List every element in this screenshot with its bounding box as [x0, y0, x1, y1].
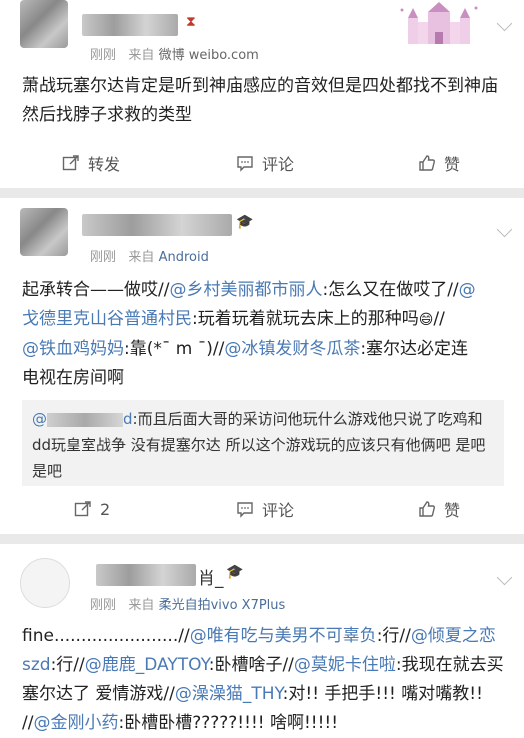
text-segment: :靠(*¯ m ¯)//: [124, 339, 225, 359]
repost-button[interactable]: 2: [74, 488, 110, 530]
text-segment: :卧槽卧槽?????!!!! 啥啊!!!!!: [118, 713, 339, 733]
post-text: 起承转合——做哎//@乡村美丽都市丽人:怎么又在做哎了//@ 戈德里克山谷普通村…: [22, 276, 504, 393]
text-segment: :行//: [376, 626, 411, 646]
emoji-icon: 😄: [418, 312, 434, 328]
comment-label: 评论: [262, 501, 295, 520]
action-bar: 转发 评论 赞: [0, 142, 524, 184]
post-meta: 刚刚 来自 柔光自拍vivo X7Plus: [90, 594, 285, 613]
graduation-cap-badge-icon: 🎓: [226, 564, 244, 580]
mention-link[interactable]: @唯有吃与美男不可辜负: [190, 626, 377, 646]
comment-icon: [237, 502, 253, 518]
mention-link[interactable]: 戈德里克山谷普通村民: [22, 309, 192, 329]
castle-decoration-icon: [400, 2, 478, 44]
username-blurred[interactable]: [96, 564, 196, 586]
username-suffix[interactable]: 肖_: [198, 564, 224, 589]
like-button[interactable]: 赞: [418, 488, 460, 530]
mention-link[interactable]: @乡村美丽都市丽人: [169, 280, 322, 300]
source-prefix: 来自: [128, 598, 155, 613]
source-prefix: 来自: [128, 250, 155, 265]
like-button[interactable]: 赞: [418, 142, 460, 184]
repost-label: 转发: [88, 155, 121, 174]
like-label: 赞: [444, 155, 461, 174]
mention-link[interactable]: @金刚小药: [33, 713, 118, 733]
repost-count: 2: [100, 499, 111, 519]
mention-link[interactable]: @: [459, 280, 476, 300]
username-blurred[interactable]: [82, 214, 232, 236]
post-source[interactable]: 微博 weibo.com: [159, 48, 259, 63]
mention-link[interactable]: d: [123, 410, 133, 428]
avatar[interactable]: [20, 208, 68, 256]
mention-link[interactable]: @莫妮卡住啦: [294, 655, 396, 675]
avatar[interactable]: [20, 0, 68, 48]
quoted-comment[interactable]: @ d:而且后面大哥的采访问他玩什么游戏他只说了吃鸡和dd玩皇室战争 没有提塞尔达…: [22, 400, 504, 486]
post-source[interactable]: Android: [159, 250, 209, 265]
weibo-post-3: 肖_ 🎓 刚刚 来自 柔光自拍vivo X7Plus fine.........…: [0, 544, 524, 738]
text-segment: 电视在房间啊: [22, 368, 124, 388]
comment-icon: [237, 156, 253, 172]
thumbs-up-icon: [419, 155, 435, 171]
text-segment: //: [433, 309, 445, 329]
weibo-post-1: ⧗ 刚刚 来自 微博 weibo.com 萧战玩塞尔达肯定是听到神庙感应的音效但…: [0, 0, 524, 188]
chevron-down-icon[interactable]: [496, 15, 513, 32]
repost-icon: [62, 155, 79, 171]
post-text: fine.......................//@唯有吃与美男不可辜负…: [22, 622, 504, 738]
mention-link[interactable]: @: [32, 410, 47, 428]
text-segment: :怎么又在做哎了//: [322, 280, 459, 300]
text-segment: :卧槽啥子//: [208, 655, 294, 675]
post-time: 刚刚: [90, 48, 117, 63]
text-segment: fine.......................//: [22, 626, 190, 646]
post-time: 刚刚: [90, 250, 117, 265]
username-blurred[interactable]: [82, 14, 178, 36]
source-prefix: 来自: [128, 48, 155, 63]
mention-link[interactable]: @鹿鹿_DAYTOY: [85, 655, 209, 675]
text-segment: :塞尔达必定连: [360, 339, 469, 359]
avatar[interactable]: [20, 558, 70, 608]
mention-link[interactable]: @铁血鸡妈妈: [22, 339, 124, 359]
like-label: 赞: [444, 501, 461, 520]
action-bar: 2 评论 赞: [0, 488, 524, 530]
text-segment: 起承转合——做哎//: [22, 280, 170, 300]
post-time: 刚刚: [90, 598, 117, 613]
post-text: 萧战玩塞尔达肯定是听到神庙感应的音效但是四处都找不到神庙 然后找脖子求救的类型: [22, 76, 498, 125]
thumbs-up-icon: [419, 501, 435, 517]
comment-button[interactable]: 评论: [236, 142, 294, 184]
graduation-cap-badge-icon: 🎓: [236, 214, 254, 230]
text-segment: :行//: [50, 655, 85, 675]
username-blurred: [47, 412, 123, 427]
chevron-down-icon[interactable]: [496, 221, 513, 238]
comment-label: 评论: [262, 155, 295, 174]
chevron-down-icon[interactable]: [496, 569, 513, 586]
post-source[interactable]: 柔光自拍vivo X7Plus: [159, 598, 286, 613]
repost-button[interactable]: 转发: [62, 142, 120, 184]
repost-icon: [74, 501, 91, 517]
mention-link[interactable]: @澡澡猫_THY: [175, 684, 283, 704]
comment-button[interactable]: 评论: [236, 488, 294, 530]
weibo-post-2: 🎓 刚刚 来自 Android 起承转合——做哎//@乡村美丽都市丽人:怎么又在…: [0, 198, 524, 534]
mention-link[interactable]: @冰镇发财冬瓜茶: [224, 339, 360, 359]
post-meta: 刚刚 来自 微博 weibo.com: [90, 44, 259, 63]
hourglass-badge-icon: ⧗: [186, 14, 196, 30]
text-segment: :玩着玩着就玩去床上的那种吗: [192, 309, 419, 329]
post-meta: 刚刚 来自 Android: [90, 246, 209, 265]
